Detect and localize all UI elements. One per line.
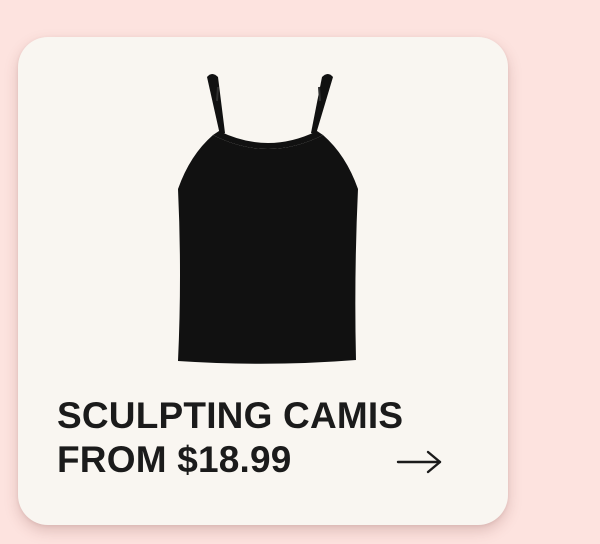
black-camisole-icon [178,74,358,364]
product-name: SCULPTING CAMIS [57,395,404,436]
product-price: FROM $18.99 [57,439,292,480]
product-title[interactable]: SCULPTING CAMIS FROM $18.99 [57,394,403,482]
product-card[interactable]: SCULPTING CAMIS FROM $18.99 [18,37,508,525]
arrow-right-icon-svg [396,450,442,474]
camisole-image [168,65,368,375]
arrow-right-icon[interactable] [396,448,444,476]
